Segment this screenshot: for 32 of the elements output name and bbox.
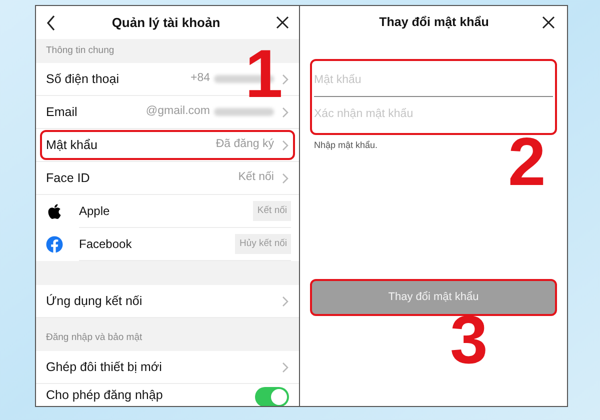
close-icon[interactable] bbox=[542, 16, 555, 29]
step-number: 2 bbox=[508, 128, 546, 196]
section-header: Đăng nhập và bảo mật bbox=[46, 330, 142, 345]
screen-title: Quản lý tài khoản bbox=[110, 14, 222, 32]
step-number: 1 bbox=[245, 40, 283, 108]
password-field[interactable]: Mật khẩu bbox=[314, 63, 553, 97]
facebook-icon bbox=[46, 236, 63, 253]
chevron-right-icon bbox=[282, 74, 289, 84]
screen-title: Thay đổi mật khẩu bbox=[378, 14, 490, 32]
toggle-switch[interactable] bbox=[255, 387, 289, 406]
row-label[interactable]: Số điện thoại bbox=[46, 70, 119, 88]
password-field[interactable]: Xác nhận mật khẩu bbox=[314, 97, 553, 131]
hint-text: Nhập mật khẩu. bbox=[314, 139, 379, 152]
chevron-right-icon bbox=[282, 362, 289, 372]
row-label[interactable]: Mật khẩu bbox=[46, 136, 98, 154]
row-label: Facebook bbox=[79, 236, 132, 253]
row-value: Đã đăng ký bbox=[216, 137, 274, 152]
back-icon[interactable] bbox=[46, 14, 56, 30]
chevron-right-icon bbox=[282, 296, 289, 306]
section-header: Thông tin chung bbox=[46, 44, 114, 58]
row-label[interactable]: Face ID bbox=[46, 168, 90, 188]
row-label: Cho phép đăng nhập bbox=[46, 387, 163, 403]
row-label[interactable]: Email bbox=[46, 102, 78, 122]
apple-icon bbox=[46, 203, 63, 220]
row-label: Apple bbox=[79, 203, 110, 220]
chevron-right-icon bbox=[282, 106, 289, 118]
close-icon[interactable] bbox=[276, 16, 289, 29]
row-value: @gmail.com bbox=[146, 104, 210, 120]
row-value: Kết nối bbox=[238, 170, 274, 186]
chevron-right-icon bbox=[282, 140, 289, 150]
row-value: +84 bbox=[190, 71, 210, 86]
chevron-right-icon bbox=[282, 172, 289, 184]
